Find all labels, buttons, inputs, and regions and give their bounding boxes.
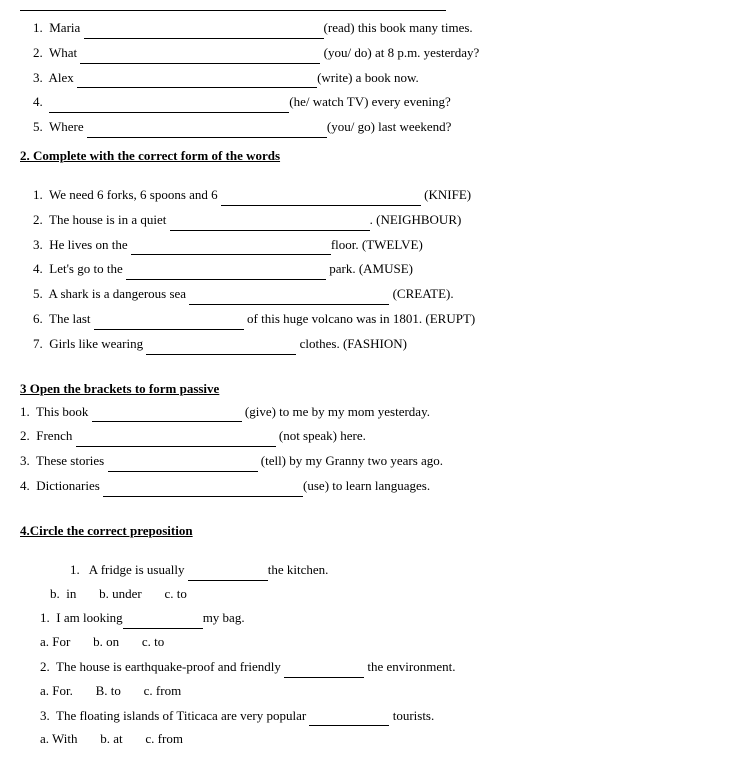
blank-field[interactable] — [103, 475, 303, 497]
list-item: 4. Let's go to the park. (AMUSE) — [20, 258, 730, 280]
blank-field[interactable] — [92, 401, 242, 423]
list-item: 4. (he/ watch TV) every evening? — [20, 91, 730, 113]
blank-field[interactable] — [131, 234, 331, 256]
section1: 1. Maria (read) this book many times. 2.… — [20, 17, 730, 138]
list-item: 1. Maria (read) this book many times. — [20, 17, 730, 39]
list-item: 6. The last of this huge volcano was in … — [20, 308, 730, 330]
list-item: 2. The house is in a quiet . (NEIGHBOUR) — [20, 209, 730, 231]
list-item-options: a. For b. on c. to — [40, 632, 730, 653]
list-item-options: a. For. B. to c. from — [40, 681, 730, 702]
list-item: 3. He lives on the floor. (TWELVE) — [20, 234, 730, 256]
list-item: 2. The house is earthquake-proof and fri… — [40, 656, 730, 678]
list-item: 3. These stories (tell) by my Granny two… — [20, 450, 730, 472]
blank-field[interactable] — [94, 308, 244, 330]
list-item: 3. Alex (write) a book now. — [20, 67, 730, 89]
list-item: 5. Where (you/ go) last weekend? — [20, 116, 730, 138]
blank-field[interactable] — [108, 450, 258, 472]
section3-title: 3 Open the brackets to form passive — [20, 381, 730, 397]
blank-field[interactable] — [87, 116, 327, 138]
list-item: 1. A fridge is usually the kitchen. — [70, 559, 730, 581]
blank-field[interactable] — [76, 425, 276, 447]
list-item: 1. This book (give) to me by my mom yest… — [20, 401, 730, 423]
section2-title: 2. Complete with the correct form of the… — [20, 148, 730, 164]
section4: 4.Circle the correct preposition 1. A fr… — [20, 507, 730, 750]
blank-field[interactable] — [170, 209, 370, 231]
list-item-options: a. With b. at c. from — [40, 729, 730, 750]
list-item: 2. What (you/ do) at 8 p.m. yesterday? — [20, 42, 730, 64]
list-item: 1. We need 6 forks, 6 spoons and 6 (KNIF… — [20, 184, 730, 206]
blank-field[interactable] — [84, 17, 324, 39]
list-item: 5. A shark is a dangerous sea (CREATE). — [20, 283, 730, 305]
section3: 3 Open the brackets to form passive 1. T… — [20, 365, 730, 497]
blank-field[interactable] — [284, 656, 364, 678]
blank-field[interactable] — [188, 559, 268, 581]
blank-field[interactable] — [77, 67, 317, 89]
list-item: 2. French (not speak) here. — [20, 425, 730, 447]
blank-field[interactable] — [309, 705, 389, 727]
list-item: 7. Girls like wearing clothes. (FASHION) — [20, 333, 730, 355]
list-item: 3. The floating islands of Titicaca are … — [40, 705, 730, 727]
list-item: 1. I am looking my bag. — [40, 607, 730, 629]
blank-field[interactable] — [126, 258, 326, 280]
section4-title: 4.Circle the correct preposition — [20, 523, 730, 539]
blank-field[interactable] — [189, 283, 389, 305]
section4-title-underline: 4.Circle the correct preposition — [20, 523, 193, 538]
blank-field[interactable] — [221, 184, 421, 206]
list-item-options: b. in b. under c. to — [50, 584, 730, 605]
top-divider — [20, 10, 446, 11]
blank-field[interactable] — [80, 42, 320, 64]
blank-field[interactable] — [146, 333, 296, 355]
list-item: 4. Dictionaries (use) to learn languages… — [20, 475, 730, 497]
blank-field[interactable] — [123, 607, 203, 629]
blank-field[interactable] — [49, 91, 289, 113]
section2: 2. Complete with the correct form of the… — [20, 148, 730, 355]
